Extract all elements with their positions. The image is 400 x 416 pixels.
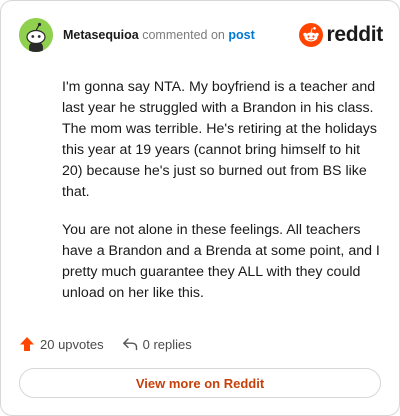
user-avatar[interactable] bbox=[19, 18, 53, 52]
replies-stat[interactable]: 0 replies bbox=[122, 336, 192, 352]
view-more-on-reddit-button[interactable]: View more on Reddit bbox=[19, 368, 381, 398]
comment-paragraph: You are not alone in these feelings. All… bbox=[62, 222, 380, 301]
reddit-wordmark: reddit bbox=[326, 23, 383, 46]
action-text: commented on bbox=[142, 28, 225, 42]
comment-paragraph: I'm gonna say NTA. My boyfriend is a tea… bbox=[62, 79, 377, 200]
reddit-comment-embed-card: Metasequioa commented on post reddit I'm… bbox=[0, 0, 400, 416]
replies-count: 0 replies bbox=[142, 336, 192, 352]
author-name[interactable]: Metasequioa bbox=[63, 28, 139, 42]
upvotes-stat[interactable]: 20 upvotes bbox=[19, 336, 104, 352]
comment-footer: 20 upvotes 0 replies bbox=[19, 334, 210, 354]
comment-header: Metasequioa commented on post reddit bbox=[19, 18, 383, 52]
reply-arrow-icon bbox=[122, 338, 137, 351]
snoo-avatar-icon bbox=[19, 18, 53, 52]
reddit-logo[interactable]: reddit bbox=[299, 23, 383, 47]
comment-body: I'm gonna say NTA. My boyfriend is a tea… bbox=[62, 77, 380, 321]
post-link[interactable]: post bbox=[228, 28, 254, 42]
comment-meta: Metasequioa commented on post bbox=[63, 27, 255, 43]
upvote-arrow-icon bbox=[20, 337, 34, 351]
upvotes-count: 20 upvotes bbox=[40, 336, 104, 352]
reddit-logo-icon bbox=[299, 23, 324, 47]
